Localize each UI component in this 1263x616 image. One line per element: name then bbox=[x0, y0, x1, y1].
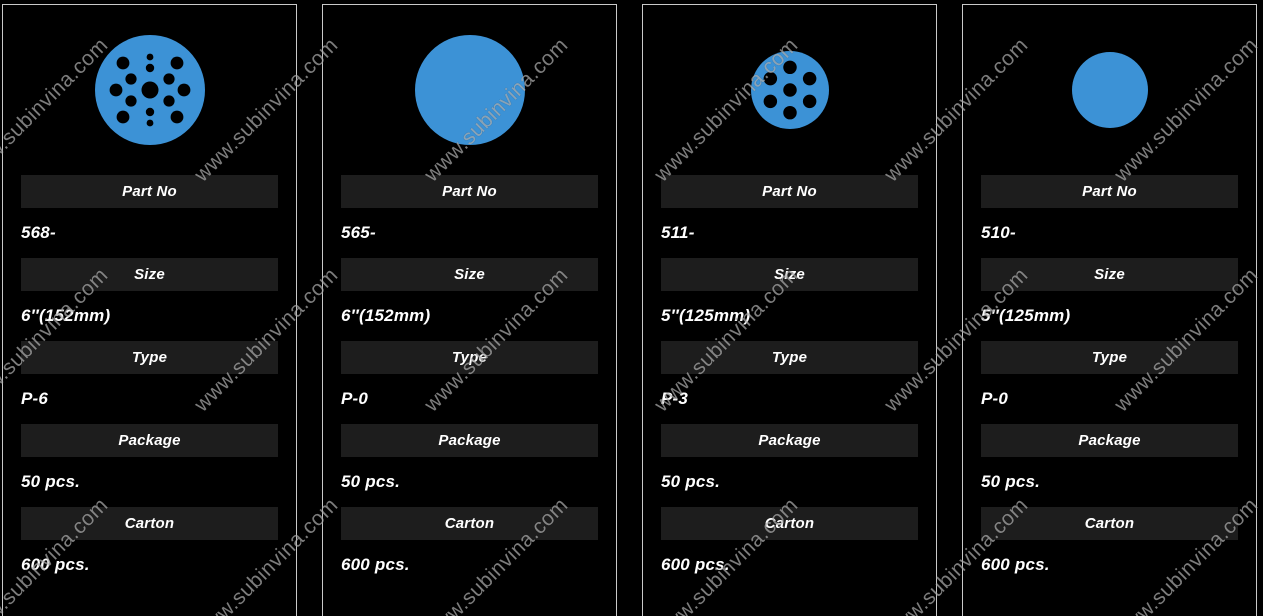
field-value-size: 6″(152mm) bbox=[341, 291, 598, 341]
field-value-package: 50 pcs. bbox=[981, 457, 1238, 507]
product-card-list: Part No 568- Size 6″(152mm) Type P-6 Pac… bbox=[2, 4, 1261, 616]
label-text: Package bbox=[1078, 432, 1141, 449]
field-label-carton: Carton bbox=[981, 507, 1238, 540]
field-label-type: Type bbox=[981, 341, 1238, 374]
field-value-carton: 600 pcs. bbox=[341, 540, 598, 590]
label-text: Carton bbox=[1084, 515, 1135, 532]
label-text: Type bbox=[1091, 349, 1128, 366]
field-label-package: Package bbox=[661, 424, 918, 457]
value-text: 600 pcs. bbox=[341, 555, 410, 574]
field-label-part-no: Part No bbox=[981, 175, 1238, 208]
value-text: 568- bbox=[21, 223, 56, 242]
field-label-carton: Carton bbox=[341, 507, 598, 540]
field-value-type: P-0 bbox=[341, 374, 598, 424]
value-text: 565- bbox=[341, 223, 376, 242]
field-value-carton: 600 pcs. bbox=[981, 540, 1238, 590]
product-image bbox=[341, 5, 598, 175]
product-card[interactable]: Part No 510- Size 5″(125mm) Type P-0 Pac… bbox=[962, 4, 1257, 616]
value-text: 50 pcs. bbox=[661, 472, 721, 491]
value-text: 600 pcs. bbox=[661, 555, 730, 574]
label-text: Size bbox=[1094, 266, 1125, 283]
label-text: Type bbox=[771, 349, 808, 366]
field-label-package: Package bbox=[341, 424, 598, 457]
label-text: Size bbox=[454, 266, 485, 283]
value-text: 50 pcs. bbox=[341, 472, 401, 491]
field-label-part-no: Part No bbox=[21, 175, 278, 208]
label-text: Type bbox=[131, 349, 168, 366]
field-label-part-no: Part No bbox=[661, 175, 918, 208]
value-text: P-0 bbox=[981, 389, 1009, 408]
label-text: Package bbox=[438, 432, 501, 449]
sanding-disc-17-hole-icon bbox=[94, 35, 205, 145]
value-text: 5″(125mm) bbox=[661, 306, 751, 325]
label-text: Size bbox=[774, 266, 805, 283]
field-value-carton: 600 pcs. bbox=[661, 540, 918, 590]
value-text: 50 pcs. bbox=[21, 472, 81, 491]
product-image bbox=[21, 5, 278, 175]
value-text: 600 pcs. bbox=[21, 555, 90, 574]
field-value-size: 5″(125mm) bbox=[661, 291, 918, 341]
sanding-disc-7-hole-icon bbox=[750, 51, 829, 129]
label-text: Part No bbox=[1082, 183, 1137, 200]
field-label-package: Package bbox=[981, 424, 1238, 457]
field-label-size: Size bbox=[661, 258, 918, 291]
field-value-type: P-6 bbox=[21, 374, 278, 424]
label-text: Part No bbox=[122, 183, 177, 200]
value-text: P-0 bbox=[341, 389, 369, 408]
label-text: Type bbox=[451, 349, 488, 366]
sanding-disc-no-hole-icon bbox=[414, 35, 525, 145]
product-image bbox=[661, 5, 918, 175]
field-value-part-no: 510- bbox=[981, 208, 1238, 258]
label-text: Part No bbox=[442, 183, 497, 200]
field-label-type: Type bbox=[21, 341, 278, 374]
value-text: 6″(152mm) bbox=[21, 306, 111, 325]
field-value-size: 6″(152mm) bbox=[21, 291, 278, 341]
label-text: Size bbox=[134, 266, 165, 283]
value-text: P-6 bbox=[21, 389, 49, 408]
field-label-package: Package bbox=[21, 424, 278, 457]
label-text: Package bbox=[118, 432, 181, 449]
field-value-part-no: 568- bbox=[21, 208, 278, 258]
field-value-size: 5″(125mm) bbox=[981, 291, 1238, 341]
field-value-part-no: 511- bbox=[661, 208, 918, 258]
label-text: Package bbox=[758, 432, 821, 449]
label-text: Carton bbox=[764, 515, 815, 532]
field-value-package: 50 pcs. bbox=[21, 457, 278, 507]
value-text: 600 pcs. bbox=[981, 555, 1050, 574]
label-text: Carton bbox=[124, 515, 175, 532]
field-value-type: P-3 bbox=[661, 374, 918, 424]
value-text: 510- bbox=[981, 223, 1016, 242]
field-value-part-no: 565- bbox=[341, 208, 598, 258]
label-text: Carton bbox=[444, 515, 495, 532]
value-text: 5″(125mm) bbox=[981, 306, 1071, 325]
product-card[interactable]: Part No 511- Size 5″(125mm) Type P-3 Pac… bbox=[642, 4, 937, 616]
sanding-disc-no-hole-icon bbox=[1071, 52, 1148, 128]
field-label-type: Type bbox=[661, 341, 918, 374]
field-label-carton: Carton bbox=[661, 507, 918, 540]
value-text: 511- bbox=[661, 223, 695, 242]
product-spec-sheet: Part No 568- Size 6″(152mm) Type P-6 Pac… bbox=[0, 0, 1263, 616]
field-label-size: Size bbox=[341, 258, 598, 291]
product-card[interactable]: Part No 565- Size 6″(152mm) Type P-0 Pac… bbox=[322, 4, 617, 616]
value-text: 50 pcs. bbox=[981, 472, 1041, 491]
field-label-size: Size bbox=[21, 258, 278, 291]
field-value-carton: 600 pcs. bbox=[21, 540, 278, 590]
field-value-package: 50 pcs. bbox=[341, 457, 598, 507]
value-text: 6″(152mm) bbox=[341, 306, 431, 325]
field-label-type: Type bbox=[341, 341, 598, 374]
label-text: Part No bbox=[762, 183, 817, 200]
field-value-package: 50 pcs. bbox=[661, 457, 918, 507]
product-image bbox=[981, 5, 1238, 175]
product-card[interactable]: Part No 568- Size 6″(152mm) Type P-6 Pac… bbox=[2, 4, 297, 616]
field-label-carton: Carton bbox=[21, 507, 278, 540]
field-label-part-no: Part No bbox=[341, 175, 598, 208]
value-text: P-3 bbox=[661, 389, 689, 408]
field-value-type: P-0 bbox=[981, 374, 1238, 424]
field-label-size: Size bbox=[981, 258, 1238, 291]
